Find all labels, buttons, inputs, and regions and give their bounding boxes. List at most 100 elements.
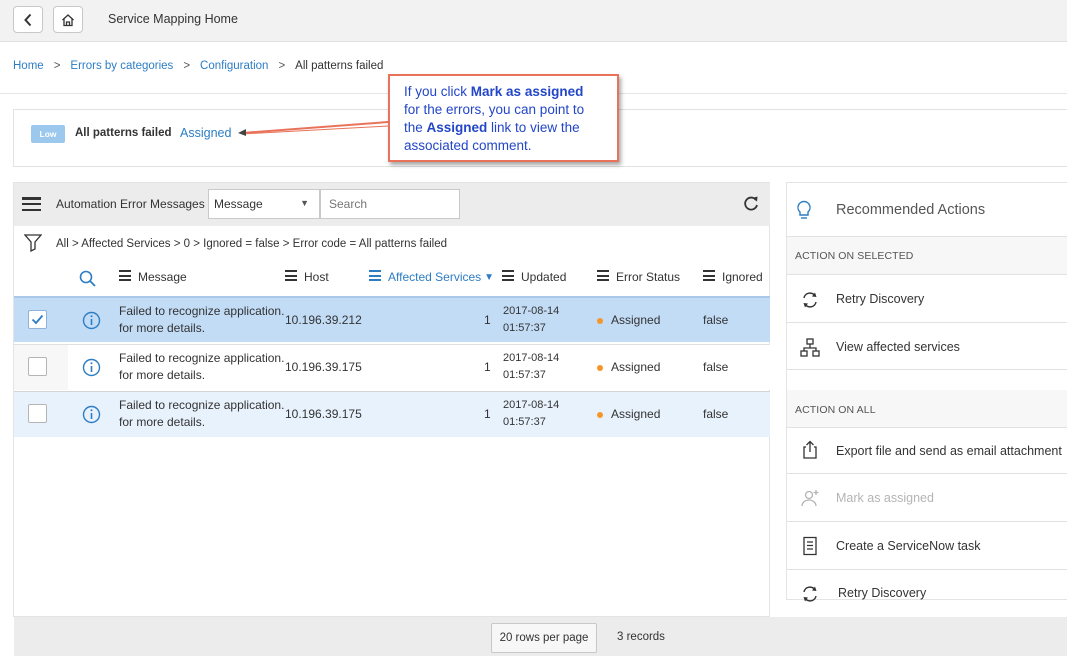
- callout-text: link to view the: [487, 120, 580, 135]
- column-menu-icon[interactable]: [119, 270, 131, 284]
- info-icon[interactable]: [82, 358, 101, 377]
- column-header-affected-services[interactable]: Affected Services ▼: [369, 270, 494, 284]
- breadcrumb-configuration[interactable]: Configuration: [200, 60, 268, 72]
- assigned-link[interactable]: Assigned: [180, 126, 231, 140]
- dropdown-arrow-icon: ▼: [300, 198, 309, 208]
- row-updated: 2017-08-14 01:57:37: [503, 303, 559, 337]
- breadcrumb-current: All patterns failed: [295, 60, 384, 72]
- row-checkbox[interactable]: [28, 310, 47, 329]
- row-ignored: false: [703, 360, 729, 374]
- list-menu-icon[interactable]: [22, 197, 41, 212]
- column-header-ignored[interactable]: Ignored: [703, 270, 763, 284]
- status-label: Assigned: [611, 360, 661, 374]
- section-action-on-selected: ACTION ON SELECTED: [795, 250, 914, 262]
- filter-breadcrumb[interactable]: All > Affected Services > 0 > Ignored = …: [56, 238, 447, 250]
- breadcrumb-separator: >: [278, 60, 286, 72]
- row-message: Failed to recognize application. for mor…: [119, 397, 284, 431]
- column-header-message[interactable]: Message: [119, 270, 187, 284]
- column-label: Ignored: [722, 270, 763, 284]
- column-label: Updated: [521, 270, 567, 284]
- refresh-icon[interactable]: [742, 195, 760, 213]
- row-updated: 2017-08-14 01:57:37: [503, 350, 559, 384]
- info-icon[interactable]: [82, 405, 101, 424]
- message-line: Failed to recognize application.: [119, 304, 285, 318]
- row-error-status: Assigned: [597, 313, 660, 327]
- row-error-status: Assigned: [597, 407, 660, 421]
- refresh-icon: [803, 586, 817, 602]
- column-header-error-status[interactable]: Error Status: [597, 270, 680, 284]
- action-mark-as-assigned: Mark as assigned: [836, 491, 934, 505]
- status-label: Assigned: [611, 407, 661, 421]
- breadcrumb: Home > Errors by categories > Configurat…: [13, 60, 383, 72]
- breadcrumb-errors-by-categories[interactable]: Errors by categories: [70, 60, 173, 72]
- status-dot: [597, 317, 603, 324]
- row-affected-services: 1: [484, 313, 491, 327]
- pattern-name: All patterns failed: [75, 127, 172, 139]
- row-affected-services: 1: [484, 407, 491, 421]
- hierarchy-icon: [800, 338, 820, 357]
- updated-date: 2017-08-14: [503, 399, 560, 411]
- home-button[interactable]: [53, 6, 83, 33]
- divider: [786, 569, 1067, 570]
- status-dot: [597, 411, 603, 418]
- column-menu-icon[interactable]: [502, 270, 514, 284]
- breadcrumb-separator: >: [53, 60, 61, 72]
- column-label: Error Status: [616, 270, 681, 284]
- severity-badge: Low: [31, 125, 65, 143]
- breadcrumb-separator: >: [183, 60, 191, 72]
- column-menu-icon[interactable]: [369, 270, 381, 284]
- page-title: Service Mapping Home: [108, 12, 238, 26]
- list-title: Automation Error Messages: [56, 197, 205, 211]
- search-icon[interactable]: [79, 270, 96, 287]
- filter-icon[interactable]: [24, 234, 42, 252]
- updated-time: 01:57:37: [503, 322, 546, 334]
- status-dot: [597, 364, 603, 371]
- search-input[interactable]: [320, 189, 460, 219]
- message-line: Failed to recognize application.: [119, 398, 285, 412]
- row-updated: 2017-08-14 01:57:37: [503, 397, 559, 431]
- chevron-left-icon: [24, 13, 32, 26]
- checkmark-icon: [31, 314, 44, 325]
- message-line: for more details.: [119, 415, 206, 429]
- action-retry-discovery[interactable]: Retry Discovery: [836, 292, 924, 306]
- action-create-task[interactable]: Create a ServiceNow task: [836, 539, 981, 553]
- column-menu-icon[interactable]: [597, 270, 609, 284]
- updated-date: 2017-08-14: [503, 352, 560, 364]
- message-line: for more details.: [119, 368, 206, 382]
- refresh-icon: [803, 292, 817, 308]
- row-host: 10.196.39.212: [285, 313, 362, 327]
- home-icon: [62, 13, 74, 26]
- column-header-updated[interactable]: Updated: [502, 270, 566, 284]
- back-button[interactable]: [13, 6, 43, 33]
- column-label: Host: [304, 270, 329, 284]
- lightbulb-icon: [797, 200, 811, 219]
- column-menu-icon[interactable]: [285, 270, 297, 284]
- action-retry-discovery-all[interactable]: Retry Discovery: [838, 586, 926, 600]
- row-message: Failed to recognize application. for mor…: [119, 350, 284, 384]
- export-icon: [803, 440, 817, 459]
- divider: [786, 427, 1067, 428]
- status-label: Assigned: [611, 313, 661, 327]
- row-checkbox[interactable]: [28, 357, 47, 376]
- action-view-affected-services[interactable]: View affected services: [836, 340, 960, 354]
- divider: [786, 322, 1067, 323]
- row-message: Failed to recognize application. for mor…: [119, 303, 284, 337]
- section-action-on-all: ACTION ON ALL: [795, 404, 876, 416]
- column-label: Message: [138, 270, 187, 284]
- column-header-host[interactable]: Host: [285, 270, 329, 284]
- search-field-select[interactable]: Message ▼: [208, 189, 320, 219]
- callout-bold: Mark as assigned: [470, 84, 584, 99]
- updated-date: 2017-08-14: [503, 305, 560, 317]
- column-menu-icon[interactable]: [703, 270, 715, 284]
- search-field-select-value: Message: [214, 197, 263, 211]
- row-checkbox[interactable]: [28, 404, 47, 423]
- row-affected-services: 1: [484, 360, 491, 374]
- rows-per-page-button[interactable]: 20 rows per page: [491, 623, 597, 653]
- divider: [786, 473, 1067, 474]
- column-label: Affected Services: [388, 270, 482, 284]
- info-icon[interactable]: [82, 311, 101, 330]
- record-count: 3 records: [617, 631, 665, 643]
- row-ignored: false: [703, 313, 729, 327]
- action-export-file[interactable]: Export file and send as email attachment: [836, 444, 1062, 458]
- breadcrumb-home[interactable]: Home: [13, 60, 44, 72]
